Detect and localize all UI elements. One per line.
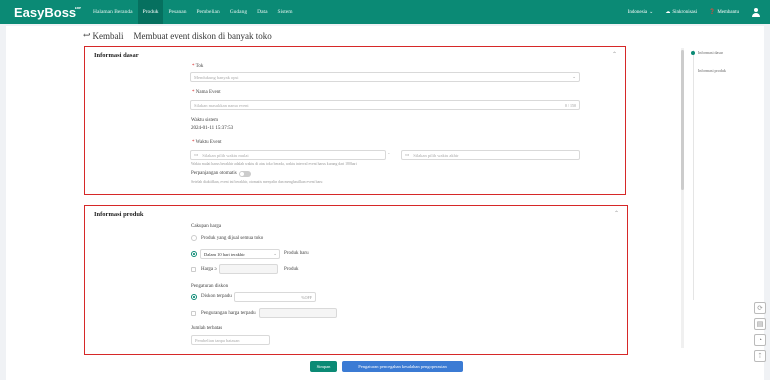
price-reduction-label: Pengurangan harga terpadu: [201, 311, 256, 316]
start-time-picker[interactable]: ▭ Silakan pilih waktu mulai: [190, 150, 386, 160]
unified-discount-label: Diskon terpadu: [201, 294, 232, 299]
authorization-label: Sinkronisasi: [672, 9, 698, 15]
discount-settings-label: Pengaturan diskon: [191, 284, 229, 289]
language-label: Indonesia: [627, 9, 648, 15]
top-right-menu: Indonesia ⌄ ☁ Sinkronisasi ❓ Membantu: [627, 7, 760, 17]
char-counter: 0 / 150: [564, 102, 576, 108]
nav-home[interactable]: Halaman Beranda: [88, 0, 138, 24]
auto-extend-hint: Setelah diaktifkan, event ini berakhir, …: [191, 180, 323, 184]
quantity-limit-label: Jumlah terbatas: [191, 326, 223, 331]
logo[interactable]: EasyBoss ERP: [14, 5, 84, 20]
main-nav: Halaman Beranda Produk Pesanan Pembelian…: [88, 0, 298, 24]
price-reduction-checkbox[interactable]: [191, 311, 196, 316]
system-time-label: Waktu sistem: [191, 118, 218, 123]
help-label: Membantu: [717, 9, 739, 15]
event-time-label: * Waktu Event: [192, 140, 222, 145]
days-select[interactable]: Dalam 10 hari terakhir ⌄: [200, 249, 280, 259]
help-icon: ❓: [709, 10, 716, 15]
document-icon[interactable]: ▤: [754, 318, 766, 330]
anchor-active-dot: [691, 51, 695, 55]
back-to-top-icon[interactable]: ⇡: [754, 350, 766, 362]
collapse-icon[interactable]: ⌃: [612, 51, 617, 58]
page-header: ↩ Kembali Membuat event diskon di banyak…: [83, 30, 272, 41]
unified-discount-input[interactable]: %OFF: [234, 292, 316, 302]
store-label: * Tok: [192, 64, 204, 69]
radio-all-products[interactable]: [191, 235, 197, 241]
system-time-value: 2024-01-11 15:37:53: [191, 126, 234, 131]
cloud-icon: ☁: [665, 10, 671, 15]
help-link[interactable]: ❓ Membantu: [709, 9, 739, 16]
save-button[interactable]: Simpan: [310, 361, 337, 372]
anchor-nav: Informasi dasar Informasi produk: [686, 46, 758, 346]
auto-extend-label: Perpanjangan otomatis: [191, 171, 237, 176]
price-checkbox[interactable]: [191, 267, 196, 272]
error-prevention-settings-button[interactable]: Pengaturan pencegahan kesalahan pengoper…: [342, 361, 463, 372]
product-info-section: Informasi produk ⌃ Cakupan harga Produk …: [84, 205, 628, 355]
chevron-down-icon: ⌄: [273, 251, 277, 256]
event-name-input[interactable]: Silakan masukkan nama event 0 / 150: [190, 100, 580, 110]
nav-products[interactable]: Produk: [137, 0, 164, 24]
chevron-down-icon: ⌄: [572, 74, 576, 79]
back-button[interactable]: ↩ Kembali: [83, 30, 124, 41]
radio-new-products[interactable]: [191, 251, 197, 257]
collapse-icon[interactable]: ⌃: [614, 210, 619, 217]
range-separator: -: [388, 152, 390, 157]
calendar-icon: ▭: [194, 152, 199, 157]
authorization-link[interactable]: ☁ Sinkronisasi: [665, 9, 698, 16]
product-info-title: Informasi produk: [94, 211, 144, 218]
anchor-basic-info[interactable]: Informasi dasar: [698, 50, 723, 55]
percent-off-suffix: %OFF: [301, 294, 312, 300]
user-icon[interactable]: [751, 7, 760, 17]
price-scope-label: Cakupan harga: [191, 224, 222, 229]
top-bar: EasyBoss ERP Halaman Beranda Produk Pesan…: [0, 0, 770, 24]
refresh-icon[interactable]: ⟳: [754, 302, 766, 314]
nav-data[interactable]: Data: [252, 0, 272, 24]
chevron-down-icon: ⌄: [649, 10, 654, 15]
price-gte-label: Harga ≥: [201, 267, 218, 272]
price-reduction-input[interactable]: [259, 308, 337, 318]
basic-info-section: Informasi dasar ⌃ * Tok Mendukung banyak…: [84, 46, 626, 195]
event-time-hint: Waktu mulai harus berakhir adalah waktu …: [191, 162, 357, 166]
new-products-label: Produk baru: [284, 251, 309, 256]
basic-info-title: Informasi dasar: [94, 52, 139, 59]
anchor-product-info[interactable]: Informasi produk: [698, 68, 726, 73]
calendar-icon: ▭: [405, 152, 410, 157]
scrollbar-thumb[interactable]: [681, 50, 684, 190]
price-products-label: Produk: [284, 267, 299, 272]
all-products-label: Produk yang dijual semua toko: [201, 236, 264, 241]
event-name-label: * Nama Event: [192, 90, 221, 95]
back-arrow-icon: ↩: [83, 30, 91, 40]
radio-unified-discount[interactable]: [191, 294, 197, 300]
nav-system[interactable]: Sistem: [273, 0, 298, 24]
headset-icon[interactable]: ◔: [754, 334, 766, 346]
page-title: Membuat event diskon di banyak toko: [133, 30, 272, 41]
nav-warehouse[interactable]: Gudang: [225, 0, 252, 24]
language-switch[interactable]: Indonesia ⌄: [627, 9, 654, 16]
nav-orders[interactable]: Pesanan: [163, 0, 191, 24]
price-input[interactable]: [219, 264, 278, 274]
store-select[interactable]: Mendukung banyak opsi ⌄: [190, 72, 580, 82]
nav-purchases[interactable]: Pembelian: [191, 0, 224, 24]
auto-extend-toggle[interactable]: [239, 171, 251, 177]
end-time-picker[interactable]: ▭ Silakan pilih waktu akhir: [401, 150, 580, 160]
anchor-line: [693, 50, 694, 300]
back-label: Kembali: [92, 30, 124, 41]
quantity-limit-input[interactable]: Pembelian tanpa batasan: [191, 335, 270, 345]
